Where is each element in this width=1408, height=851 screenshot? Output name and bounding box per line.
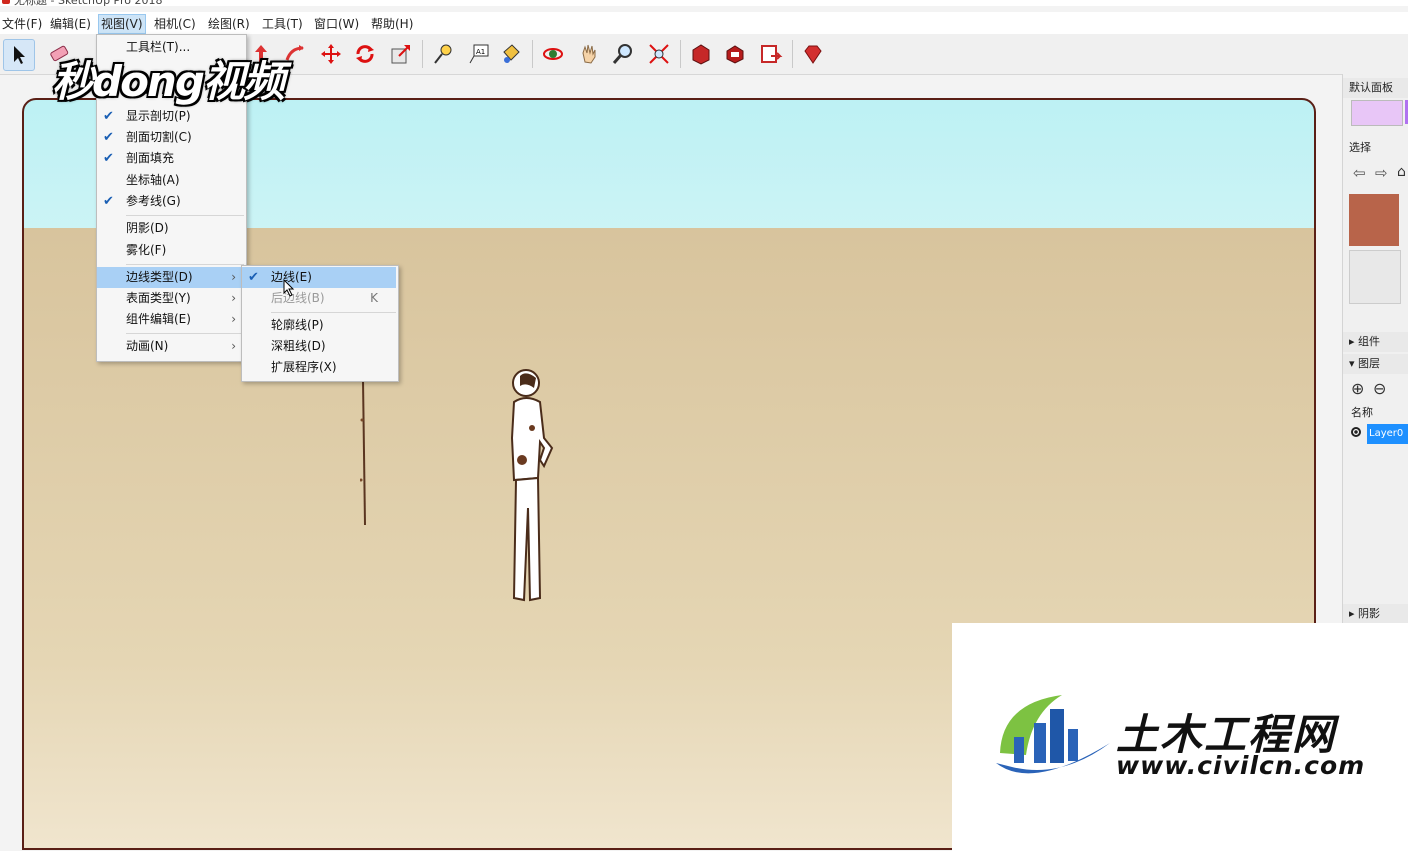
shortcut-label: K <box>370 291 378 305</box>
menu-item-animation[interactable]: 动画(N) › <box>97 336 244 357</box>
menu-bar: 文件(F) 编辑(E) 视图(V) 相机(C) 绘图(R) 工具(T) 窗口(W… <box>0 12 1408 34</box>
zoom-extents-icon[interactable] <box>644 39 674 69</box>
text-icon[interactable]: A1 <box>464 39 494 69</box>
components-label: 组件 <box>1358 335 1381 348</box>
menu-item-fog[interactable]: 雾化(F) <box>97 240 244 261</box>
human-figure <box>510 369 554 602</box>
submenu-arrow-icon: › <box>231 291 236 305</box>
remove-layer-icon[interactable]: ⊖ <box>1373 379 1386 398</box>
back-arrow-icon[interactable]: ⇦ <box>1353 164 1366 182</box>
submenu-item-edges[interactable]: ✔ 边线(E) <box>242 267 396 288</box>
menu-item-component-edit[interactable]: 组件编辑(E) › <box>97 309 244 330</box>
tray-title: 默认面板 <box>1343 78 1408 98</box>
layer-row-layer0[interactable]: Layer0 <box>1367 424 1408 444</box>
rotate-icon[interactable] <box>350 39 380 69</box>
window-titlebar: 无标题 - SketchUp Pro 2018 <box>0 0 1408 7</box>
submenu-arrow-icon: › <box>231 339 236 353</box>
current-material-swatch[interactable] <box>1351 100 1403 126</box>
civilcn-watermark: 土木工程网 www.civilcn.com <box>952 623 1408 851</box>
zoom-icon[interactable] <box>608 39 638 69</box>
submenu-item-profiles[interactable]: 轮廓线(P) <box>242 315 396 336</box>
scale-pole <box>360 380 366 525</box>
edge-style-submenu: ✔ 边线(E) 后边线(B) K 轮廓线(P) 深粗线(D) 扩展程序(X) <box>241 265 399 382</box>
default-tray: 默认面板 选择 ⇦ ⇨ ⌂ ▸ 组件 ▾ 图层 ⊕ ⊖ 名称 Layer0 ▸ … <box>1342 74 1408 634</box>
layer-name-header: 名称 <box>1351 406 1373 419</box>
check-icon: ✔ <box>103 130 114 145</box>
menu-item-guides[interactable]: ✔ 参考线(G) <box>97 191 244 212</box>
menu-item-axes[interactable]: 坐标轴(A) <box>97 170 244 191</box>
components-section[interactable]: ▸ 组件 <box>1343 332 1408 352</box>
check-icon: ✔ <box>248 270 259 285</box>
window-title: 无标题 - SketchUp Pro 2018 <box>14 0 163 7</box>
active-layer-radio[interactable] <box>1351 427 1361 437</box>
civilcn-logo-icon <box>996 695 1110 774</box>
menu-edit[interactable]: 编辑(E) <box>48 15 93 33</box>
pan-icon[interactable] <box>574 39 604 69</box>
check-icon: ✔ <box>103 151 114 166</box>
menu-help[interactable]: 帮助(H) <box>369 15 415 33</box>
mouse-cursor-icon <box>283 279 295 297</box>
layers-section[interactable]: ▾ 图层 <box>1343 354 1408 374</box>
home-icon[interactable]: ⌂ <box>1397 164 1406 180</box>
move-icon[interactable] <box>316 39 346 69</box>
submenu-item-extension[interactable]: 扩展程序(X) <box>242 357 396 378</box>
check-icon: ✔ <box>103 109 114 124</box>
paint-bucket-icon[interactable] <box>496 39 526 69</box>
menu-camera[interactable]: 相机(C) <box>152 15 198 33</box>
submenu-item-back-edges[interactable]: 后边线(B) K <box>242 288 396 309</box>
add-layer-icon[interactable]: ⊕ <box>1351 379 1364 398</box>
ruby-icon[interactable] <box>798 39 828 69</box>
shadows-label: 阴影 <box>1358 607 1381 620</box>
menu-item-section-fill[interactable]: ✔ 剖面填充 <box>97 148 244 169</box>
submenu-arrow-icon: › <box>231 312 236 326</box>
layout-icon[interactable] <box>756 39 786 69</box>
layers-label: 图层 <box>1358 357 1381 370</box>
shadows-section[interactable]: ▸ 阴影 <box>1343 604 1408 624</box>
sketchup-app-icon <box>2 0 10 4</box>
menu-tools[interactable]: 工具(T) <box>260 15 305 33</box>
svg-text:A1: A1 <box>476 48 485 56</box>
menu-file[interactable]: 文件(F) <box>0 15 44 33</box>
menu-item-section-cuts[interactable]: ✔ 剖面切割(C) <box>97 127 244 148</box>
orbit-icon[interactable] <box>538 39 568 69</box>
menu-item-shadows[interactable]: 阴影(D) <box>97 218 244 239</box>
scale-icon[interactable] <box>386 39 416 69</box>
submenu-item-depth-cue[interactable]: 深粗线(D) <box>242 336 396 357</box>
select-icon[interactable] <box>3 39 35 71</box>
material-swatch-blank[interactable] <box>1349 250 1401 304</box>
menu-window[interactable]: 窗口(W) <box>312 15 361 33</box>
menu-draw[interactable]: 绘图(R) <box>206 15 252 33</box>
submenu-arrow-icon: › <box>231 270 236 284</box>
check-icon: ✔ <box>103 194 114 209</box>
tape-measure-icon[interactable] <box>428 39 458 69</box>
video-watermark: 秒dong视频 <box>52 57 285 106</box>
civilcn-url: www.civilcn.com <box>1116 751 1366 780</box>
follow-me-icon[interactable] <box>280 39 310 69</box>
menu-view[interactable]: 视图(V) <box>98 14 146 34</box>
menu-item-section-planes[interactable]: ✔ 显示剖切(P) <box>97 106 244 127</box>
forward-arrow-icon[interactable]: ⇨ <box>1375 164 1388 182</box>
extension-warehouse-icon[interactable] <box>720 39 750 69</box>
menu-item-edge-style[interactable]: 边线类型(D) › <box>97 267 244 288</box>
material-swatch-brick[interactable] <box>1349 194 1399 246</box>
menu-item-face-style[interactable]: 表面类型(Y) › <box>97 288 244 309</box>
materials-select-label: 选择 <box>1343 138 1408 158</box>
warehouse-icon[interactable] <box>686 39 716 69</box>
